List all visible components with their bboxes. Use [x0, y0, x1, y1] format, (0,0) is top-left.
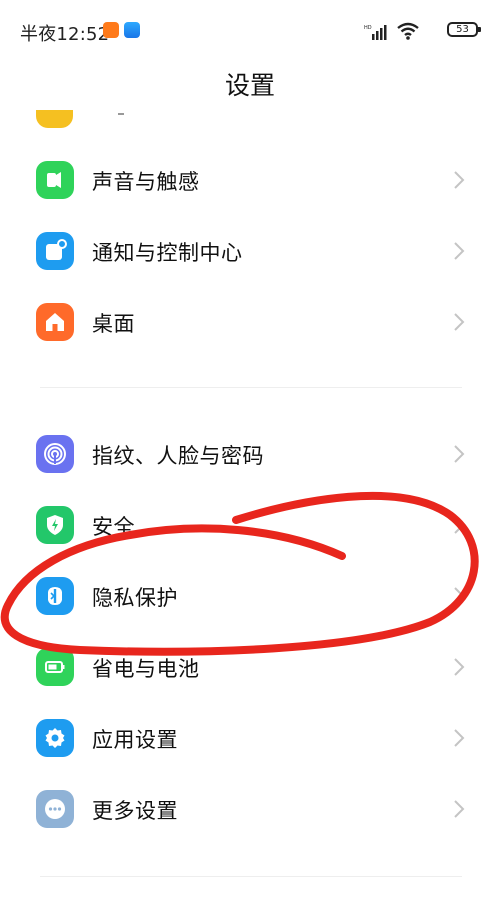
settings-item-label: 省电与电池: [92, 657, 200, 681]
gear-icon: [36, 719, 74, 757]
partial-item-icon: [36, 110, 73, 128]
settings-item-label: 应用设置: [92, 728, 178, 752]
chevron-right-icon: [454, 658, 465, 676]
settings-item-label: 更多设置: [92, 799, 178, 823]
battery-icon: [36, 648, 74, 686]
video-app-icon: [103, 22, 119, 38]
chevron-right-icon: [454, 587, 465, 605]
notification-icon: [36, 232, 74, 270]
page-title: 设置: [224, 71, 275, 100]
settings-item-notification[interactable]: 通知与控制中心: [0, 215, 500, 287]
chevron-right-icon: [454, 445, 465, 463]
bottom-divider: [40, 876, 462, 877]
settings-item-more[interactable]: 更多设置: [0, 773, 500, 845]
fingerprint-icon: [36, 435, 74, 473]
speaker-icon: [36, 161, 74, 199]
settings-item-battery[interactable]: 省电与电池: [0, 631, 500, 703]
signal-icon: HD: [364, 25, 387, 40]
wifi-icon: [397, 22, 419, 40]
settings-item-label: 指纹、人脸与密码: [92, 444, 264, 468]
status-time: 半夜12:52: [20, 24, 110, 45]
settings-item-privacy[interactable]: 隐私保护: [0, 560, 500, 632]
more-icon: [36, 790, 74, 828]
chevron-right-icon: [454, 729, 465, 747]
settings-item-desktop[interactable]: 桌面: [0, 286, 500, 358]
status-bar: 半夜12:52 HD 53: [0, 0, 500, 62]
group-divider: [40, 387, 462, 388]
privacy-icon: [36, 577, 74, 615]
settings-item-label: 声音与触感: [92, 170, 200, 194]
settings-item-apps[interactable]: 应用设置: [0, 702, 500, 774]
status-indicators: HD 53: [348, 19, 481, 43]
chevron-right-icon: [454, 171, 465, 189]
shield-icon: [36, 506, 74, 544]
hd-label: HD: [364, 25, 372, 31]
weather-app-icon: [124, 22, 140, 38]
chevron-right-icon: [454, 313, 465, 331]
chevron-right-icon: [454, 800, 465, 818]
chevron-right-icon: [454, 242, 465, 260]
home-icon: [36, 303, 74, 341]
partial-item-label: [118, 113, 124, 115]
settings-item-label: 隐私保护: [92, 586, 178, 610]
battery-indicator: 53: [447, 22, 481, 37]
settings-item-label: 安全: [92, 515, 135, 539]
settings-item-label: 通知与控制中心: [92, 241, 243, 265]
chevron-right-icon: [454, 516, 465, 534]
settings-item-security[interactable]: 安全: [0, 489, 500, 561]
settings-item-sound[interactable]: 声音与触感: [0, 144, 500, 216]
settings-item-label: 桌面: [92, 312, 135, 336]
settings-item-fingerprint[interactable]: 指纹、人脸与密码: [0, 418, 500, 490]
